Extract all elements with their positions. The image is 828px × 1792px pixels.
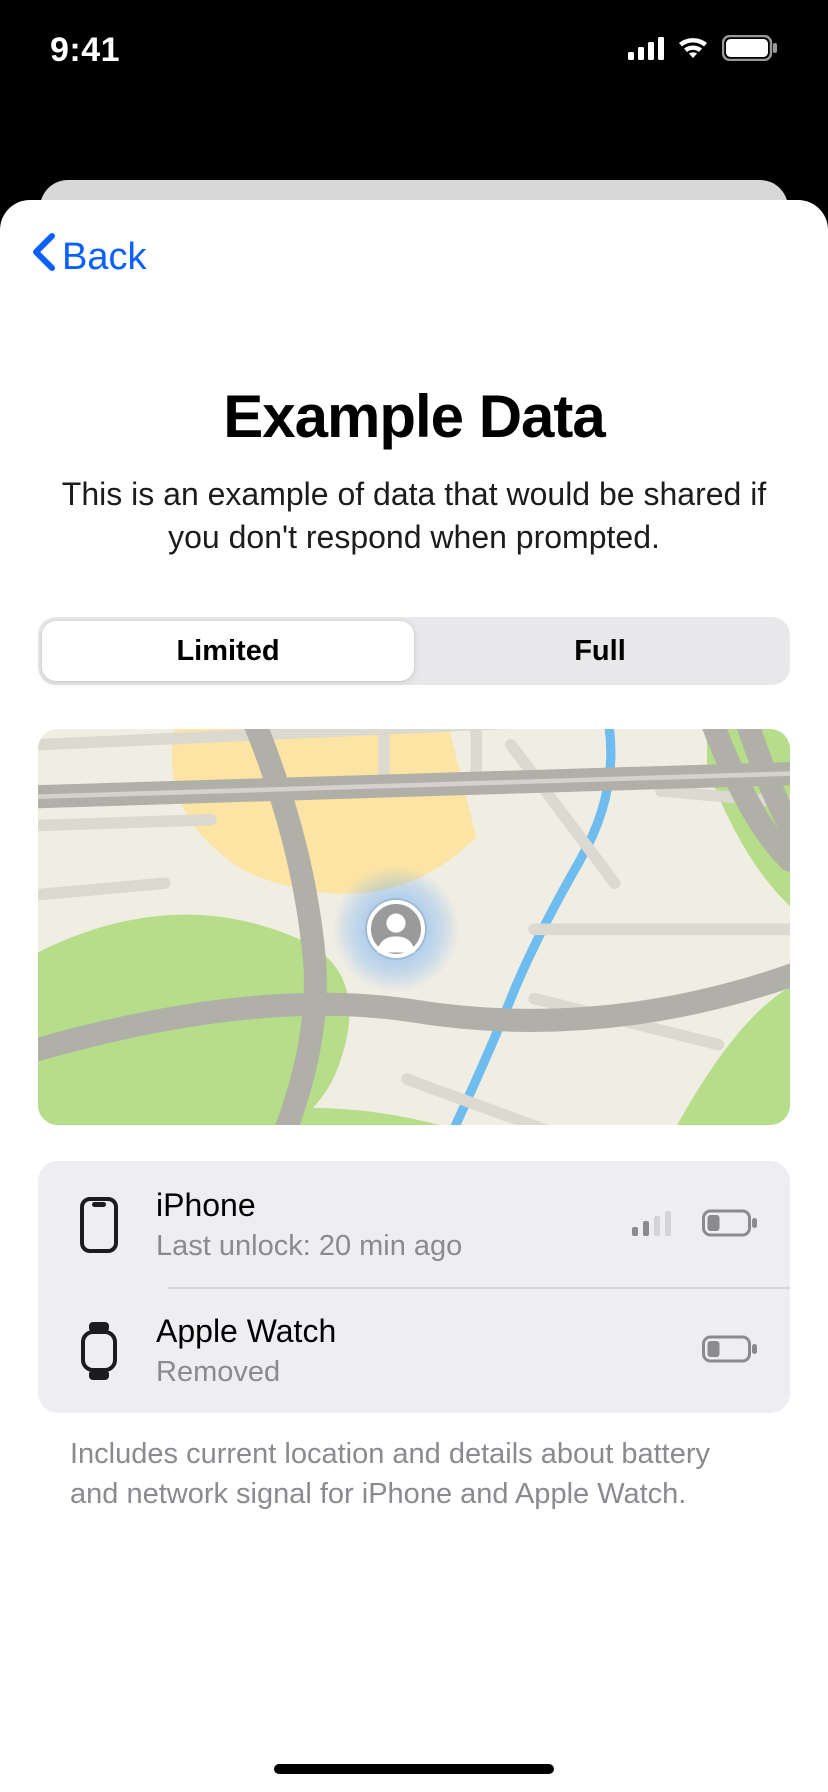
home-indicator[interactable] — [274, 1764, 554, 1774]
footer-note: Includes current location and details ab… — [70, 1435, 758, 1513]
back-button[interactable]: Back — [30, 232, 146, 282]
device-status — [702, 1335, 758, 1368]
iphone-icon — [74, 1197, 124, 1253]
page-subtitle: This is an example of data that would be… — [60, 473, 768, 559]
segment-limited[interactable]: Limited — [42, 621, 414, 681]
device-list: iPhone Last unlock: 20 min ago — [38, 1161, 790, 1413]
location-pin-icon — [367, 900, 425, 958]
status-time: 9:41 — [50, 31, 120, 70]
device-name: iPhone — [156, 1187, 600, 1224]
wifi-icon — [676, 36, 710, 65]
map-preview — [38, 729, 790, 1125]
watch-icon — [74, 1322, 124, 1380]
cellular-icon — [628, 36, 664, 65]
battery-icon — [702, 1335, 758, 1368]
device-subtitle: Last unlock: 20 min ago — [156, 1230, 600, 1263]
device-row-iphone: iPhone Last unlock: 20 min ago — [38, 1161, 790, 1287]
battery-icon — [702, 1209, 758, 1242]
nav-bar: Back — [0, 226, 828, 292]
status-icons — [628, 35, 778, 66]
page-title: Example Data — [40, 382, 788, 451]
signal-icon — [632, 1210, 672, 1241]
back-label: Back — [62, 236, 146, 279]
segment-full[interactable]: Full — [414, 621, 786, 681]
segmented-control[interactable]: Limited Full — [38, 617, 790, 685]
battery-icon — [722, 35, 778, 66]
device-name: Apple Watch — [156, 1313, 670, 1350]
status-bar: 9:41 — [0, 0, 828, 100]
device-subtitle: Removed — [156, 1356, 670, 1389]
device-status — [632, 1209, 758, 1242]
device-row-watch: Apple Watch Removed — [38, 1287, 790, 1413]
modal-sheet: Back Example Data This is an example of … — [0, 200, 828, 1792]
chevron-left-icon — [30, 232, 56, 282]
